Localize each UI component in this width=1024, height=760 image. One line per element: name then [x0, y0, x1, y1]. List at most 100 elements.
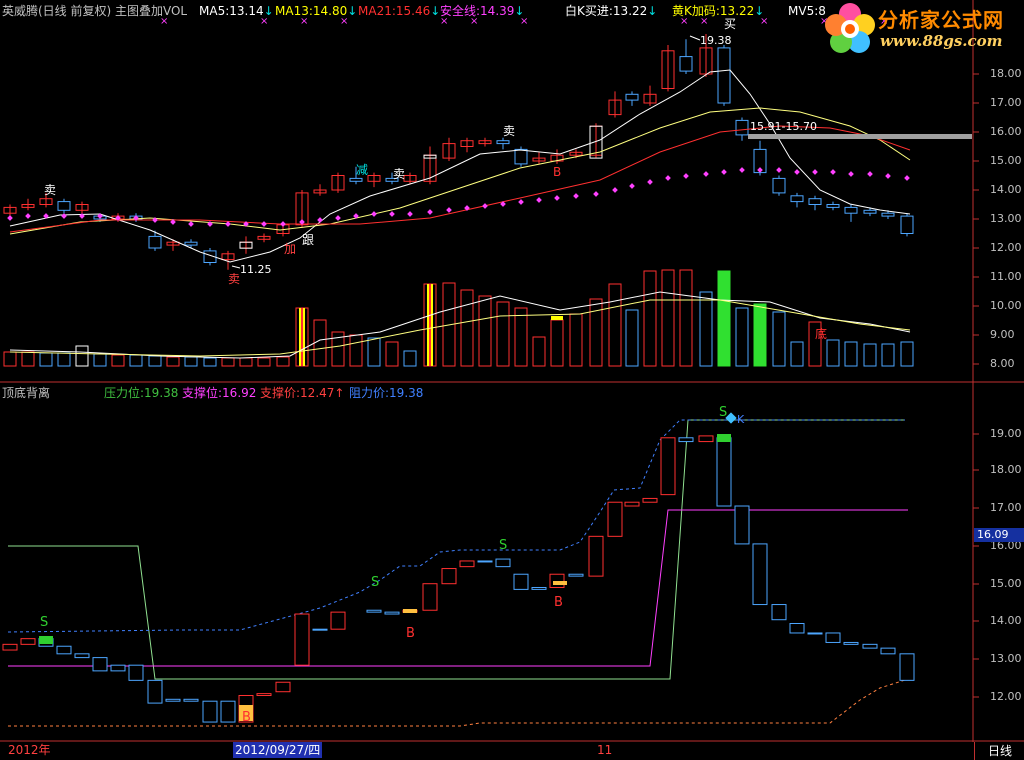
pressure-label: 压力位:: [104, 386, 145, 400]
volume-bar: [589, 298, 603, 367]
ma13-arrow: ↓: [347, 4, 358, 18]
volume-bar: [148, 355, 162, 367]
safe-line-dot: [848, 171, 854, 177]
sub-candle-down: [128, 664, 144, 681]
sub-candle-down: [807, 632, 823, 635]
low-price-label: 11.25: [240, 263, 272, 276]
candle-body-down: [679, 56, 693, 72]
support-price-dash: [8, 679, 906, 727]
bottom-label: 底: [815, 326, 827, 341]
current-price-tag: 16.09: [974, 528, 1024, 542]
candle-body-down: [863, 209, 877, 214]
volume-bar: [21, 351, 35, 367]
volume-bar: [790, 341, 804, 367]
chart-canvas[interactable]: 卖卖卖买减加跟卖B底11.2519.3815.91-15.70× × × × × × × × ×…: [0, 0, 1024, 760]
sub-candle-up: [588, 535, 604, 577]
safe-line-dot: [482, 203, 488, 209]
safe-line-arrow: ↓: [514, 4, 525, 18]
sell-label: 卖: [44, 183, 56, 197]
sub-signal-yellow: [553, 581, 567, 585]
safe-line-label: 安全线:: [440, 4, 481, 18]
ma21-label: MA21:: [358, 4, 396, 18]
ma5-label: MA5:: [199, 4, 230, 18]
ma21-arrow: ↓: [430, 4, 441, 18]
sub-axis-label: 17.00: [990, 501, 1022, 514]
volume-bar: [699, 291, 713, 367]
sub-candle-down: [880, 647, 896, 655]
resist-dash-line: [7, 419, 905, 633]
b-signal-label: B: [406, 626, 415, 641]
safe-line-dot: [371, 211, 377, 217]
volume-bar: [39, 352, 53, 367]
sub-candle-up: [330, 611, 346, 630]
safe-line-dot: [703, 171, 709, 177]
volume-bar: [460, 289, 474, 367]
volume-signal-mark: [551, 316, 563, 320]
safe-line-dot: [427, 209, 433, 215]
safe-line-dot: [665, 175, 671, 181]
sub-signal-yellow: [403, 609, 417, 613]
sub-candle-up: [642, 497, 658, 503]
sub-candle-down: [56, 645, 72, 655]
date-selected[interactable]: 2012/09/27/四: [233, 742, 323, 758]
add-label: 加: [284, 242, 296, 256]
sell-label: 卖: [503, 124, 515, 138]
safe-line-dot: [225, 221, 231, 227]
site-logo: 分析家公式网 www.88gs.com: [822, 0, 1024, 58]
volume-bar: [403, 350, 417, 367]
volume-bar: [3, 351, 17, 367]
yellow-k-label: 黄K加码:: [672, 4, 720, 18]
volume-bar: [478, 295, 492, 367]
yellow-k-value: 13.22: [719, 4, 755, 18]
safe-line-dot: [25, 213, 31, 219]
ma13-label: MA13:: [275, 4, 313, 18]
sub-signal-green: [39, 636, 53, 644]
support-value: 16.92: [222, 386, 257, 400]
white-k-label: 白K买进:: [565, 4, 613, 18]
candle-body-down: [349, 177, 363, 182]
main-axis-label: 9.00: [990, 328, 1015, 341]
volume-bar: [203, 357, 217, 367]
sub-candle-down: [771, 604, 787, 621]
candle-body-down: [148, 235, 162, 249]
sub-candle-down: [568, 573, 584, 577]
safe-line-dot: [188, 221, 194, 227]
safe-line-dot: [647, 179, 653, 185]
volume-bar: [75, 345, 89, 367]
safe-line-dot: [794, 169, 800, 175]
volume-bar: [608, 283, 622, 367]
sub-header: 顶底背离: [2, 386, 50, 400]
b-label: B: [553, 165, 561, 179]
candle-body-down: [900, 215, 914, 235]
sub-candle-down: [92, 657, 108, 672]
logo-name: 分析家公式网: [878, 8, 1004, 32]
volume-bar: [239, 357, 253, 367]
volume-bar: [900, 341, 914, 367]
sub-axis-label: 14.00: [990, 614, 1022, 627]
pressure-line: [8, 419, 905, 680]
volume-bar: [111, 354, 125, 367]
volume-bar: [313, 319, 327, 367]
sub-candle-down: [477, 560, 493, 563]
safe-line-dot: [317, 217, 323, 223]
ma5-value: 13.14: [229, 4, 264, 18]
date-bar[interactable]: [0, 742, 1024, 760]
sub-candle-up: [294, 613, 310, 666]
volume-bar: [863, 343, 877, 367]
pressure-readout: 压力位:19.38: [104, 386, 178, 400]
volume-bar: [661, 269, 675, 367]
volume-signal-bar: [301, 308, 303, 366]
volume-signal-bar: [429, 284, 431, 366]
volume-bar: [826, 339, 840, 367]
volume-bar: [569, 313, 583, 367]
main-axis-label: 10.00: [990, 299, 1022, 312]
candle-body-down: [184, 241, 198, 246]
sub-candle-down: [202, 700, 218, 723]
safe-line-dot: [721, 169, 727, 175]
period-daily-button[interactable]: 日线: [974, 742, 1024, 760]
volume-bar: [496, 301, 510, 367]
yellow-k-readout: 黄K加码:13.22↓: [672, 4, 764, 18]
ma5-readout: MA5:13.14↓: [199, 4, 274, 18]
sub-axis-label: 13.00: [990, 652, 1022, 665]
sub-candle-down: [312, 628, 328, 631]
